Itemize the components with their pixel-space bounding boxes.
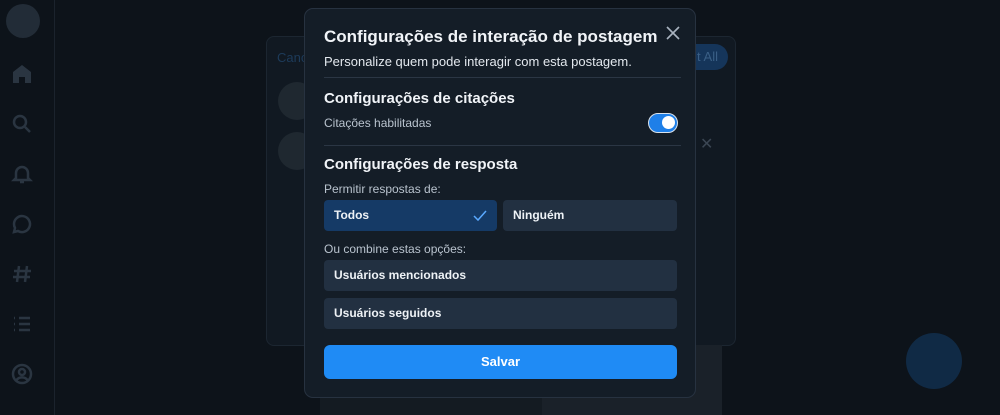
reply-option-everyone[interactable]: Todos bbox=[324, 200, 497, 231]
hashtag-icon bbox=[10, 262, 34, 286]
quotes-enabled-label: Citações habilitadas bbox=[324, 116, 432, 130]
reply-option-mentioned-users[interactable]: Usuários mencionados bbox=[324, 260, 677, 291]
quotes-enabled-toggle[interactable] bbox=[648, 113, 678, 133]
quotes-section-title: Configurações de citações bbox=[324, 90, 515, 107]
combine-options-label: Ou combine estas opções: bbox=[324, 242, 467, 256]
divider bbox=[324, 77, 681, 78]
reply-option-nobody[interactable]: Ninguém bbox=[503, 200, 677, 231]
search-icon bbox=[10, 112, 34, 136]
cancel-link[interactable]: Canc bbox=[277, 50, 307, 65]
option-label: Todos bbox=[334, 208, 370, 222]
list-icon bbox=[10, 312, 34, 336]
sidebar bbox=[0, 0, 55, 415]
chat-icon bbox=[10, 212, 34, 236]
interaction-settings-dialog: Configurações de interação de postagem P… bbox=[304, 8, 696, 398]
dialog-subtitle: Personalize quem pode interagir com esta… bbox=[324, 54, 632, 69]
home-icon bbox=[10, 62, 34, 86]
reply-option-followed-users[interactable]: Usuários seguidos bbox=[324, 298, 677, 329]
replies-section-title: Configurações de resposta bbox=[324, 156, 518, 173]
option-label: Usuários mencionados bbox=[334, 268, 467, 282]
option-label: Ninguém bbox=[513, 208, 565, 222]
compose-button[interactable] bbox=[906, 333, 962, 389]
allow-replies-label: Permitir respostas de: bbox=[324, 182, 441, 196]
close-icon[interactable] bbox=[665, 25, 681, 41]
toggle-knob bbox=[662, 116, 675, 129]
profile-icon bbox=[10, 362, 34, 386]
option-label: Usuários seguidos bbox=[334, 306, 442, 320]
checkmark-icon bbox=[473, 200, 487, 231]
remove-icon[interactable]: ✕ bbox=[700, 134, 713, 154]
bell-icon bbox=[10, 162, 34, 186]
dialog-title: Configurações de interação de postagem bbox=[324, 27, 658, 46]
save-button[interactable]: Salvar bbox=[324, 345, 677, 379]
divider bbox=[324, 145, 681, 146]
avatar bbox=[6, 4, 40, 38]
